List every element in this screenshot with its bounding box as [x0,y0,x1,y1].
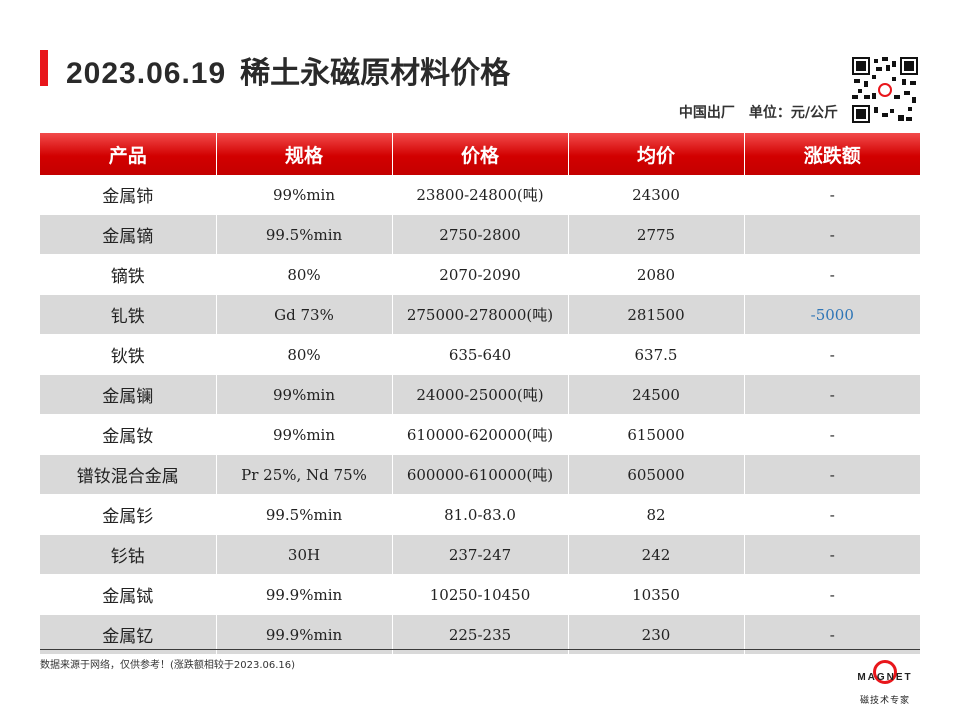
cell-change: - [744,254,920,295]
cell-product: 金属镧 [40,374,217,415]
table-row: 金属镝 99.5%min 2750-2800 2775 - [40,214,920,255]
cell-avg: 82 [568,494,745,535]
table-row: 金属铽 99.9%min 10250-10450 10350 - [40,574,920,615]
cell-avg: 281500 [568,294,745,335]
cell-change: - [744,334,920,375]
cell-avg: 10350 [568,574,745,615]
cell-product: 金属镝 [40,214,217,255]
table-row: 金属镧 99%min 24000-25000(吨) 24500 - [40,374,920,415]
cell-change: - [744,494,920,535]
table-row: 钬铁 80% 635-640 637.5 - [40,334,920,375]
cell-spec: 80% [216,254,393,295]
cell-price: 237-247 [392,534,569,575]
cell-avg: 605000 [568,454,745,495]
table-row: 金属钐 99.5%min 81.0-83.0 82 - [40,494,920,535]
table-row: 金属铈 99%min 23800-24800(吨) 24300 - [40,175,920,215]
origin-label: 中国出厂 [678,105,735,121]
cell-product: 镨钕混合金属 [40,454,217,495]
cell-spec: 99%min [216,175,393,215]
unit-label: 单位：元/公斤 [748,105,838,121]
cell-spec: 99.5%min [216,494,393,535]
table-row: 镨钕混合金属 Pr 25%, Nd 75% 600000-610000(吨) 6… [40,454,920,495]
logo-brand-text: MAGNET [857,672,913,683]
cell-spec: 80% [216,334,393,375]
cell-change-negative: -5000 [744,294,920,335]
page-heading: 稀土永磁原材料价格 [240,56,511,91]
column-header-product: 产品 [40,133,217,175]
cell-product: 镝铁 [40,254,217,295]
cell-price: 23800-24800(吨) [392,175,569,215]
qr-code-icon [852,57,918,123]
cell-change: - [744,175,920,215]
column-header-avg: 均价 [568,133,745,175]
page-title: 2023.06.19 稀土永磁原材料价格 [66,48,510,92]
cell-price: 275000-278000(吨) [392,294,569,335]
logo-subtitle: 磁技术专家 [859,696,910,706]
cell-avg: 615000 [568,414,745,455]
cell-spec: 99%min [216,374,393,415]
bottom-divider [40,649,920,650]
cell-price: 2070-2090 [392,254,569,295]
page-date: 2023.06.19 [66,57,227,90]
cell-price: 600000-610000(吨) [392,454,569,495]
cell-avg: 242 [568,534,745,575]
cell-product: 金属铈 [40,175,217,215]
table-header-row: 产品 规格 价格 均价 涨跌额 [40,133,920,175]
cell-spec: 30H [216,534,393,575]
cell-change: - [744,574,920,615]
cell-spec: 99.9%min [216,574,393,615]
cell-change: - [744,374,920,415]
unit-line: 中国出厂 单位：元/公斤 [665,102,838,122]
cell-avg: 24300 [568,175,745,215]
cell-avg: 2080 [568,254,745,295]
table-row: 钆铁 Gd 73% 275000-278000(吨) 281500 -5000 [40,294,920,335]
cell-product: 钬铁 [40,334,217,375]
table-row: 镝铁 80% 2070-2090 2080 - [40,254,920,295]
cell-spec: 99.5%min [216,214,393,255]
source-footnote: 数据来源于网络，仅供参考！(涨跌额相较于2023.06.16) [40,660,296,671]
cell-change: - [744,534,920,575]
cell-product: 金属钐 [40,494,217,535]
cell-price: 24000-25000(吨) [392,374,569,415]
cell-price: 610000-620000(吨) [392,414,569,455]
table-row: 金属钕 99%min 610000-620000(吨) 615000 - [40,414,920,455]
cell-avg: 2775 [568,214,745,255]
price-table: 产品 规格 价格 均价 涨跌额 金属铈 99%min 23800-24800(吨… [40,133,920,655]
cell-change: - [744,414,920,455]
cell-avg: 24500 [568,374,745,415]
column-header-price: 价格 [392,133,569,175]
cell-product: 钐钴 [40,534,217,575]
cell-product: 金属铽 [40,574,217,615]
cell-change: - [744,214,920,255]
cell-avg: 637.5 [568,334,745,375]
magnet-logo-icon: MAGNET 磁技术专家 [845,660,925,710]
cell-change: - [744,454,920,495]
cell-price: 81.0-83.0 [392,494,569,535]
table-row: 钐钴 30H 237-247 242 - [40,534,920,575]
title-accent-bar [40,50,48,86]
column-header-change: 涨跌额 [744,133,920,175]
cell-product: 钆铁 [40,294,217,335]
cell-spec: Gd 73% [216,294,393,335]
cell-spec: Pr 25%, Nd 75% [216,454,393,495]
cell-spec: 99%min [216,414,393,455]
cell-price: 10250-10450 [392,574,569,615]
cell-price: 635-640 [392,334,569,375]
column-header-spec: 规格 [216,133,393,175]
cell-product: 金属钕 [40,414,217,455]
cell-price: 2750-2800 [392,214,569,255]
